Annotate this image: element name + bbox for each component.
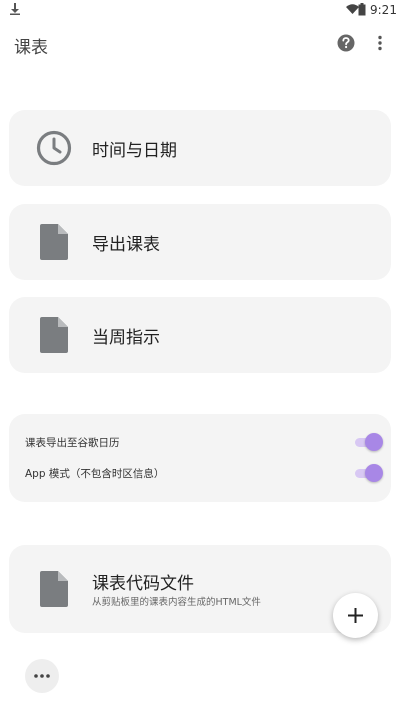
time-date-card[interactable]: 时间与日期 [9, 110, 391, 186]
status-bar: 9:21 [0, 0, 400, 22]
app-mode-row[interactable]: App 模式（不包含时区信息） [25, 463, 383, 485]
add-button[interactable] [333, 593, 378, 638]
download-icon [10, 3, 20, 15]
screen: 9:21 课表 时间与日期 导出课表 当周指示 课表导出至谷歌日历 App 模式… [0, 0, 400, 710]
switch-thumb [365, 464, 383, 482]
google-calendar-row[interactable]: 课表导出至谷歌日历 [25, 432, 383, 454]
settings-card: 课表导出至谷歌日历 App 模式（不包含时区信息） [9, 414, 391, 502]
code-file-subtitle: 从剪贴板里的课表内容生成的HTML文件 [92, 597, 261, 608]
file-icon [40, 224, 68, 260]
week-indicator-card[interactable]: 当周指示 [9, 297, 391, 373]
file-icon [40, 317, 68, 353]
status-time: 9:21 [370, 3, 397, 17]
file-icon [40, 571, 68, 607]
battery-icon [358, 3, 366, 16]
week-indicator-label: 当周指示 [92, 328, 160, 348]
app-mode-label: App 模式（不包含时区信息） [25, 468, 165, 480]
switch-thumb [365, 433, 383, 451]
google-calendar-label: 课表导出至谷歌日历 [25, 437, 120, 449]
more-button[interactable] [25, 659, 59, 693]
page-title: 课表 [14, 38, 48, 58]
app-mode-switch[interactable] [355, 464, 383, 482]
time-date-label: 时间与日期 [92, 141, 177, 161]
export-schedule-card[interactable]: 导出课表 [9, 204, 391, 280]
add-icon [348, 608, 363, 623]
more-horiz-icon [34, 674, 50, 678]
export-schedule-label: 导出课表 [92, 235, 160, 255]
code-file-title: 课表代码文件 [92, 574, 194, 594]
clock-icon [36, 130, 72, 166]
google-calendar-switch[interactable] [355, 433, 383, 451]
more-vert-icon[interactable] [372, 33, 388, 53]
help-icon[interactable] [336, 33, 356, 53]
